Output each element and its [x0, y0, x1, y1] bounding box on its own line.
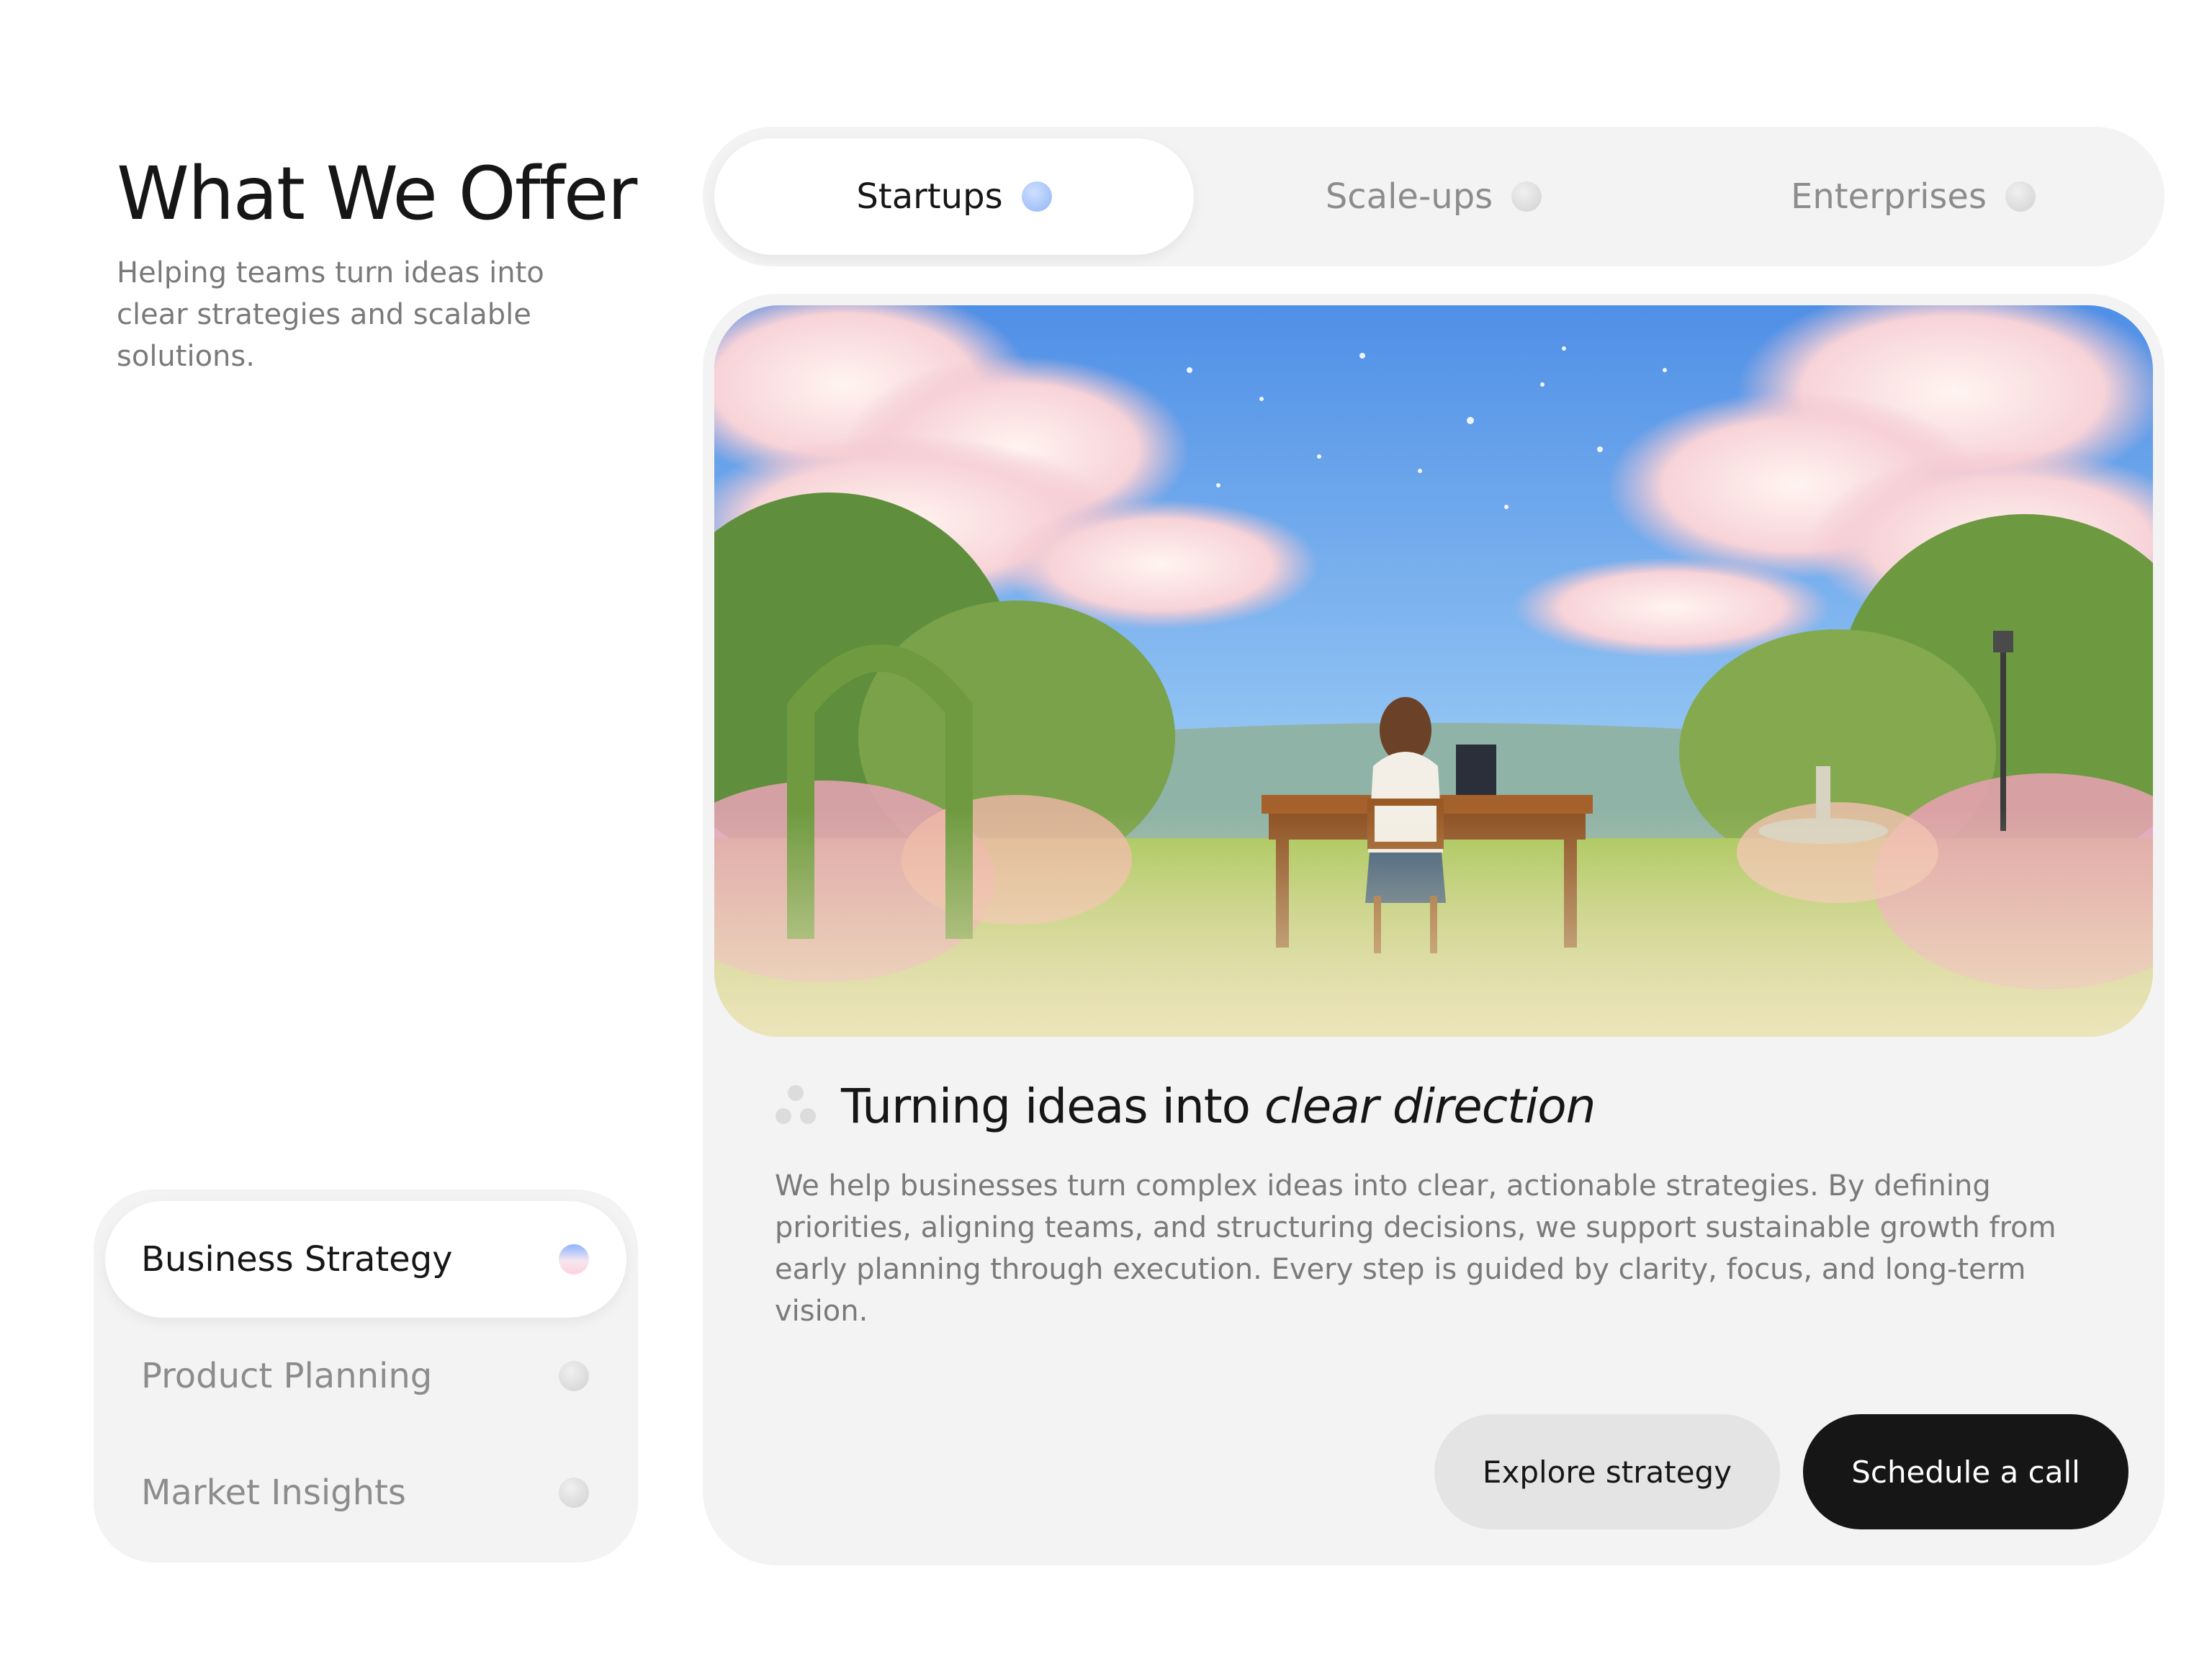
heading-emphasis: clear direction	[1264, 1079, 1596, 1134]
explore-strategy-button[interactable]: Explore strategy	[1434, 1414, 1780, 1529]
service-item-product-planning[interactable]: Product Planning	[105, 1318, 626, 1434]
tab-scale-ups[interactable]: Scale-ups	[1194, 138, 1673, 255]
tab-startups[interactable]: Startups	[714, 138, 1194, 255]
active-dot-icon	[1021, 181, 1052, 212]
heading-plain: Turning ideas into	[841, 1079, 1251, 1134]
service-label: Market Insights	[141, 1473, 406, 1513]
service-item-business-strategy[interactable]: Business Strategy	[105, 1201, 626, 1318]
content-card: Turning ideas into clear direction We he…	[703, 294, 2164, 1565]
page-subtitle: Helping teams turn ideas into clear stra…	[117, 256, 544, 373]
inactive-dot-icon	[559, 1361, 589, 1391]
schedule-call-button[interactable]: Schedule a call	[1803, 1414, 2128, 1529]
service-label: Product Planning	[141, 1356, 433, 1396]
tab-enterprises[interactable]: Enterprises	[1673, 138, 2153, 255]
inactive-dot-icon	[2005, 181, 2036, 212]
active-dot-icon	[559, 1244, 589, 1274]
hero-illustration	[714, 305, 2153, 1037]
services-list: Business Strategy Product Planning Marke…	[94, 1190, 638, 1563]
tab-label: Scale-ups	[1325, 176, 1493, 217]
service-item-market-insights[interactable]: Market Insights	[105, 1434, 626, 1551]
card-body: We help businesses turn complex ideas in…	[775, 1169, 2056, 1328]
page-title: What We Offer	[117, 151, 637, 237]
inactive-dot-icon	[559, 1478, 589, 1508]
cluster-dots-icon	[775, 1084, 816, 1124]
card-heading: Turning ideas into clear direction	[772, 1079, 1596, 1134]
tab-label: Enterprises	[1791, 176, 1987, 217]
audience-tabs: Startups Scale-ups Enterprises	[703, 127, 2164, 266]
service-label: Business Strategy	[141, 1239, 453, 1280]
tab-label: Startups	[856, 176, 1003, 217]
inactive-dot-icon	[1511, 181, 1542, 212]
